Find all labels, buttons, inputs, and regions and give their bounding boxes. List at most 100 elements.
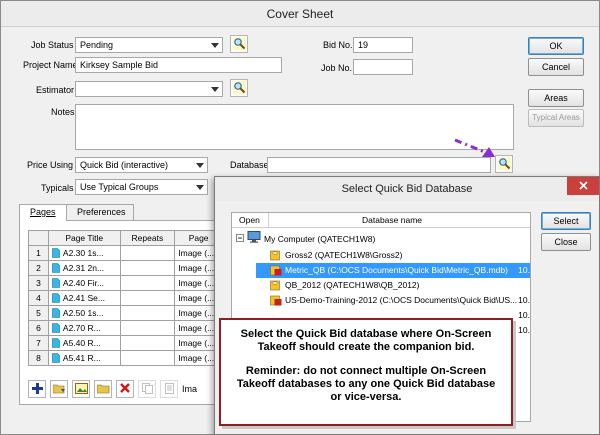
repeats-cell[interactable] [120,321,176,336]
dialog-title: Select Quick Bid Database [215,177,599,201]
typical-areas-button[interactable]: Typical Areas [528,109,584,127]
page-title-cell[interactable]: A2.70 R... [48,321,121,336]
table-row[interactable]: 6 A2.70 R... Image (... [29,321,223,336]
column-header-database-name: Database name [362,215,423,225]
cancel-button[interactable]: Cancel [528,58,584,76]
notes-textarea[interactable] [75,104,514,150]
new-folder-button[interactable] [94,380,112,398]
add-page-button[interactable] [28,380,46,398]
chevron-down-icon [193,158,207,172]
row-number: 6 [29,321,49,336]
typicals-value: Use Typical Groups [80,182,159,192]
repeats-cell[interactable] [120,261,176,276]
row-number: 8 [29,351,49,366]
tree-root-label: My Computer (QATECH1W8) [264,234,376,244]
page-title-cell[interactable]: A2.41 Se... [48,291,121,306]
copy-icon [141,382,153,396]
repeats-cell[interactable] [120,246,176,261]
image-partial-label: Ima [182,384,198,394]
page-title-text: A2.30 1s... [62,248,104,258]
repeats-cell[interactable] [120,291,176,306]
copy-page-button[interactable] [138,380,156,398]
job-no-input[interactable] [353,59,413,75]
price-using-label: Price Using [27,160,74,170]
tree-root[interactable]: My Computer (QATECH1W8) [236,231,376,247]
insert-image-button[interactable] [72,380,90,398]
repeats-cell[interactable] [120,306,176,321]
magnifier-icon [232,36,246,52]
red-x-icon [120,383,130,395]
repeats-cell[interactable] [120,351,176,366]
header-divider [268,213,269,227]
tree-item-db-gross2[interactable]: Gross2 (QATECH1W8\Gross2) [270,248,530,263]
document-icon [164,382,175,396]
tree-item-label: QB_2012 (QATECH1W8\QB_2012) [285,280,420,290]
page-document-icon [52,263,60,273]
row-number: 4 [29,291,49,306]
page-title-text: A2.40 Fir... [62,278,105,288]
page-title-cell[interactable]: A5.41 R... [48,351,121,366]
typicals-label: Typicals [41,183,74,193]
database-input[interactable] [267,157,491,173]
project-name-label: Project Name [23,60,78,70]
table-row[interactable]: 5 A2.50 1s... Image (... [29,306,223,321]
dialog-close-button[interactable] [567,177,599,195]
open-folder-button[interactable] [50,380,68,398]
tree-item-db-us-demo-training[interactable]: US-Demo-Training-2012 (C:\OCS Documents\… [270,293,530,308]
database-label: Database [230,160,269,170]
column-header-repeats[interactable]: Repeats [120,231,176,246]
select-button[interactable]: Select [541,212,591,230]
page-properties-button[interactable] [160,380,178,398]
estimator-label: Estimator [36,85,75,95]
tab-preferences[interactable]: Preferences [66,204,134,220]
estimator-lookup-button[interactable] [230,79,248,97]
page-title-cell[interactable]: A2.30 1s... [48,246,121,261]
chevron-down-icon [208,38,222,52]
page-title-text: A2.31 2n... [62,263,105,273]
repeats-cell[interactable] [120,336,176,351]
database-icon [270,265,282,276]
database-lookup-button[interactable] [495,155,513,173]
page-title-text: A2.70 R... [62,323,101,333]
page-document-icon [52,338,60,348]
typicals-select[interactable]: Use Typical Groups [75,179,208,195]
page-title-cell[interactable]: A2.40 Fir... [48,276,121,291]
table-row[interactable]: 7 A5.40 R... Image (... [29,336,223,351]
plus-icon [31,382,43,396]
image-icon [74,382,88,396]
page-document-icon [52,248,60,258]
table-row[interactable]: 1 A2.30 1s... Image (... [29,246,223,261]
page-title-cell[interactable]: A2.50 1s... [48,306,121,321]
window-title: Cover Sheet [1,1,599,27]
page-title-text: A2.41 Se... [62,293,105,303]
price-using-select[interactable]: Quick Bid (interactive) [75,157,208,173]
bid-no-input[interactable]: 19 [353,37,413,53]
tree-item-db-qb-2012[interactable]: QB_2012 (QATECH1W8\QB_2012) [270,278,530,293]
column-header-page-title[interactable]: Page Title [48,231,121,246]
folder-icon [96,383,110,396]
tree-item-label: Metric_QB (C:\OCS Documents\Quick Bid\Me… [285,265,508,275]
repeats-cell[interactable] [120,276,176,291]
tree-item-db-metric-qb[interactable]: Metric_QB (C:\OCS Documents\Quick Bid\Me… [256,263,530,278]
table-row[interactable]: 2 A2.31 2n... Image (... [29,261,223,276]
tab-pages[interactable]: Pages [19,204,67,221]
column-header-number [29,231,49,246]
job-status-select[interactable]: Pending [75,37,223,53]
page-document-icon [52,278,60,288]
ok-button[interactable]: OK [528,37,584,55]
page-title-cell[interactable]: A5.40 R... [48,336,121,351]
page-title-cell[interactable]: A2.31 2n... [48,261,121,276]
job-status-lookup-button[interactable] [230,35,248,53]
chevron-down-icon [193,180,207,194]
close-button[interactable]: Close [541,233,591,251]
table-row[interactable]: 3 A2.40 Fir... Image (... [29,276,223,291]
estimator-select[interactable] [75,81,223,97]
project-name-input[interactable]: Kirksey Sample Bid [75,57,282,73]
job-status-label: Job Status [31,40,74,50]
table-row[interactable]: 8 A5.41 R... Image (... [29,351,223,366]
page-document-icon [52,308,60,318]
price-using-value: Quick Bid (interactive) [80,160,169,170]
table-row[interactable]: 4 A2.41 Se... Image (... [29,291,223,306]
delete-page-button[interactable] [116,380,134,398]
areas-button[interactable]: Areas [528,89,584,107]
